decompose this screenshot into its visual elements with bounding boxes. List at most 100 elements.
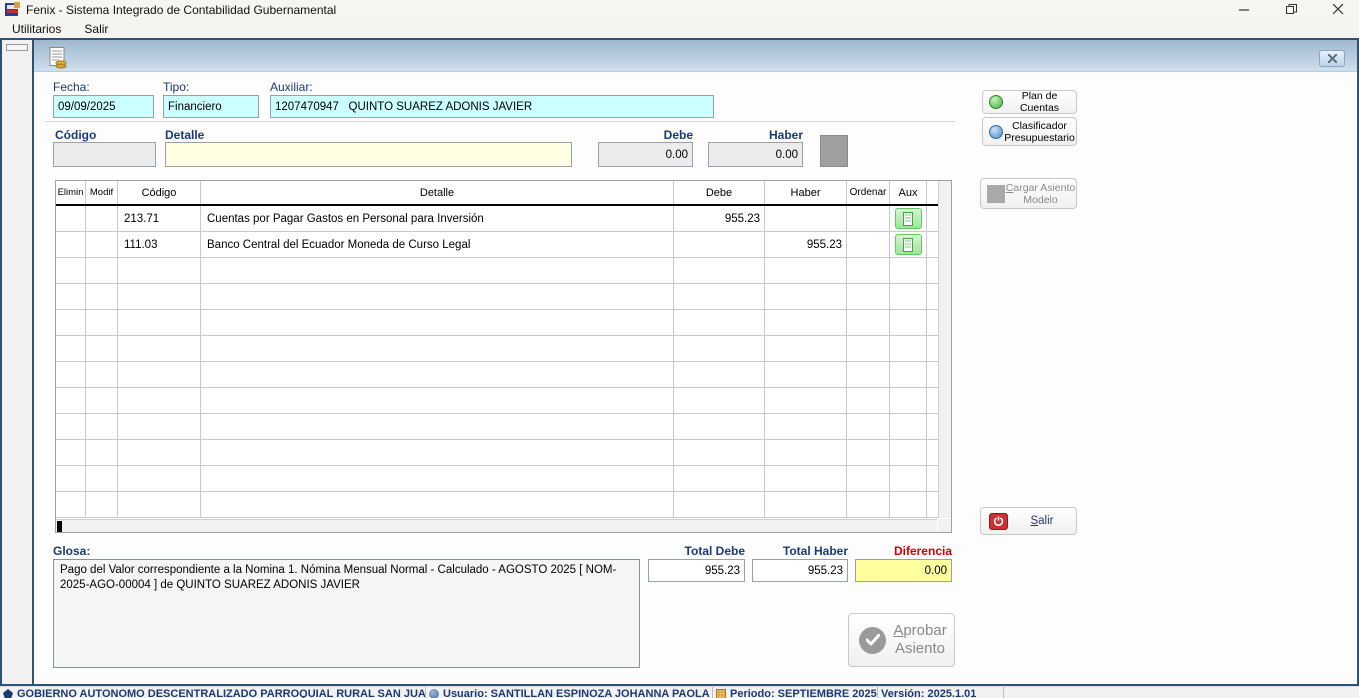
status-entity: GOBIERNO AUTONOMO DESCENTRALIZADO PARROQ… xyxy=(17,688,426,698)
aprobar-label-line1: Aprobar xyxy=(893,622,946,639)
calendar-icon xyxy=(716,689,726,698)
minimize-button[interactable] xyxy=(1227,0,1261,19)
cargar-asiento-modelo-button[interactable]: Cargar Asiento Modelo xyxy=(980,178,1077,209)
debe-label: Debe xyxy=(598,128,693,142)
status-period: Periodo: SEPTIEMBRE 2025 xyxy=(730,688,877,698)
table-vertical-scrollbar[interactable] xyxy=(938,181,951,518)
table-empty-row xyxy=(56,440,951,466)
minimized-window-handle[interactable] xyxy=(6,44,28,51)
row-debe: 955.23 xyxy=(674,206,765,231)
status-user-panel: Usuario: SANTILLAN ESPINOZA JOHANNA PAOL… xyxy=(426,687,713,698)
status-version-panel: Versión: 2025.1.01 xyxy=(878,687,1004,698)
separator-line xyxy=(45,121,955,122)
table-row[interactable]: 213.71 Cuentas por Pagar Gastos en Perso… xyxy=(56,206,951,232)
tipo-label: Tipo: xyxy=(163,80,189,94)
col-modif: Modif xyxy=(86,181,118,204)
salir-label: Salir xyxy=(1008,515,1076,527)
glosa-textarea[interactable]: Pago del Valor correspondiente a la Nomi… xyxy=(53,559,640,668)
row-haber: 955.23 xyxy=(765,232,847,257)
aprobar-asiento-button[interactable]: Aprobar Asiento xyxy=(848,613,955,667)
status-bar: GOBIERNO AUTONOMO DESCENTRALIZADO PARROQ… xyxy=(0,686,1359,698)
scrollbar-corner xyxy=(938,519,951,532)
auxiliar-field[interactable]: 1207470947 QUINTO SUAREZ ADONIS JAVIER xyxy=(270,95,714,118)
salir-button[interactable]: Salir xyxy=(980,507,1077,535)
document-coins-icon xyxy=(48,47,68,69)
aux-button[interactable] xyxy=(895,208,922,229)
minimized-window-strip xyxy=(2,40,32,684)
status-entity-panel: GOBIERNO AUTONOMO DESCENTRALIZADO PARROQ… xyxy=(0,687,426,698)
restore-button[interactable] xyxy=(1274,0,1308,19)
col-debe: Debe xyxy=(674,181,765,204)
user-icon xyxy=(429,689,439,698)
haber-input[interactable]: 0.00 xyxy=(708,142,803,167)
asiento-close-button[interactable] xyxy=(1319,50,1345,67)
cargar-label-line2: Modelo xyxy=(1023,194,1057,206)
col-aux: Aux xyxy=(890,181,927,204)
total-debe-label: Total Debe xyxy=(648,544,745,558)
row-haber xyxy=(765,206,847,231)
table-empty-row xyxy=(56,362,951,388)
codigo-input[interactable] xyxy=(53,142,156,167)
asiento-window-header xyxy=(34,40,1357,72)
plan-de-cuentas-button[interactable]: Plan de Cuentas xyxy=(982,90,1077,114)
table-empty-row xyxy=(56,414,951,440)
clasificador-label-line2: Presupuestario xyxy=(1004,132,1075,144)
fecha-label: Fecha: xyxy=(53,80,90,94)
table-empty-row xyxy=(56,336,951,362)
blue-sphere-icon xyxy=(989,125,1003,139)
table-empty-row xyxy=(56,284,951,310)
fecha-field[interactable]: 09/09/2025 xyxy=(53,95,154,118)
diferencia-label: Diferencia xyxy=(855,544,952,558)
glosa-label: Glosa: xyxy=(53,544,90,558)
col-haber: Haber xyxy=(765,181,847,204)
total-debe-field: 955.23 xyxy=(648,559,745,582)
gray-square-icon xyxy=(987,185,1005,203)
row-codigo: 213.71 xyxy=(118,206,201,231)
table-empty-row xyxy=(56,466,951,492)
detalle-label: Detalle xyxy=(165,128,204,142)
entity-icon xyxy=(3,689,13,698)
close-button[interactable] xyxy=(1321,0,1355,19)
diferencia-field: 0.00 xyxy=(855,559,952,582)
table-empty-row xyxy=(56,310,951,336)
table-empty-row xyxy=(56,388,951,414)
haber-label: Haber xyxy=(708,128,803,142)
table-row[interactable]: 111.03 Banco Central del Ecuador Moneda … xyxy=(56,232,951,258)
row-detalle: Banco Central del Ecuador Moneda de Curs… xyxy=(201,232,674,257)
status-version: Versión: 2025.1.01 xyxy=(881,688,976,698)
table-horizontal-scrollbar[interactable] xyxy=(56,519,937,532)
codigo-label: Código xyxy=(55,128,96,142)
app-icon xyxy=(5,2,20,17)
table-empty-row xyxy=(56,492,951,518)
cargar-label-line1: Cargar Asiento xyxy=(1006,182,1075,194)
status-filler-panel xyxy=(1004,687,1359,698)
window-title: Fenix - Sistema Integrado de Contabilida… xyxy=(26,3,336,17)
scrollbar-thumb[interactable] xyxy=(57,521,62,532)
aux-button[interactable] xyxy=(895,234,922,255)
total-haber-field: 955.23 xyxy=(752,559,848,582)
menu-utilitarios[interactable]: Utilitarios xyxy=(2,19,71,38)
aprobar-label-line2: Asiento xyxy=(895,640,945,657)
check-icon xyxy=(859,627,886,654)
clasificador-label-line1: Clasificador xyxy=(1012,120,1067,132)
entries-table: Elimin Modif Código Detalle Debe Haber O… xyxy=(55,180,952,533)
col-ordenar: Ordenar xyxy=(847,181,890,204)
col-codigo: Código xyxy=(118,181,201,204)
add-entry-button[interactable] xyxy=(820,135,848,167)
table-empty-row xyxy=(56,258,951,284)
plan-de-cuentas-label: Plan de Cuentas xyxy=(1003,90,1076,114)
status-user: Usuario: SANTILLAN ESPINOZA JOHANNA PAOL… xyxy=(443,688,710,698)
title-bar: Fenix - Sistema Integrado de Contabilida… xyxy=(0,0,1359,19)
clasificador-presupuestario-button[interactable]: Clasificador Presupuestario xyxy=(982,117,1077,146)
col-detalle: Detalle xyxy=(201,181,674,204)
tipo-field[interactable]: Financiero xyxy=(163,95,259,118)
auxiliar-label: Auxiliar: xyxy=(270,80,313,94)
menu-salir[interactable]: Salir xyxy=(74,19,118,38)
detalle-input[interactable] xyxy=(165,142,572,167)
table-header-row: Elimin Modif Código Detalle Debe Haber O… xyxy=(56,181,951,206)
row-codigo: 111.03 xyxy=(118,232,201,257)
status-period-panel: Periodo: SEPTIEMBRE 2025 xyxy=(713,687,878,698)
debe-input[interactable]: 0.00 xyxy=(598,142,693,167)
row-debe xyxy=(674,232,765,257)
row-detalle: Cuentas por Pagar Gastos en Personal par… xyxy=(201,206,674,231)
